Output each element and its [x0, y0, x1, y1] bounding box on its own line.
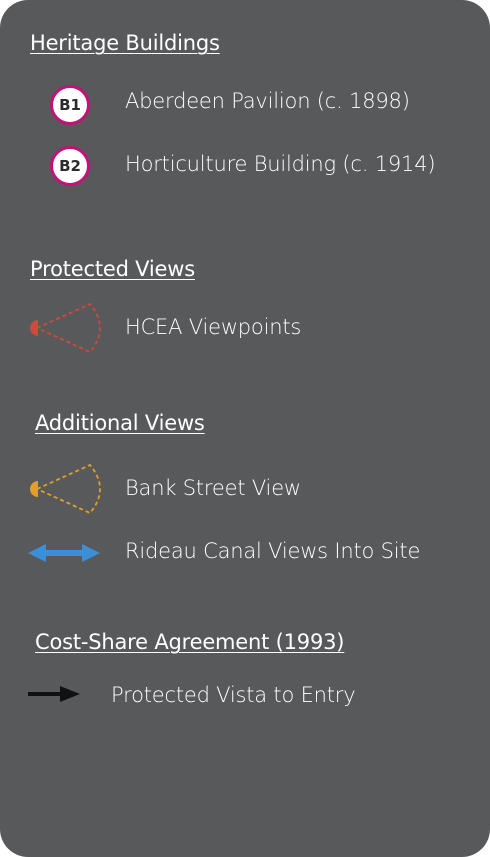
legend-label-bank-street-view: Bank Street View	[125, 476, 301, 500]
badge-b1: B1	[50, 85, 90, 125]
additional-views-heading: Additional Views	[35, 411, 205, 435]
blue-double-arrow-icon	[28, 544, 100, 562]
map-legend-panel: Heritage Buildings B1 Aberdeen Pavilion …	[0, 0, 490, 857]
legend-label-horticulture-building: Horticulture Building (c. 1914)	[125, 152, 436, 176]
black-arrow-icon	[28, 686, 80, 702]
heritage-buildings-heading: Heritage Buildings	[30, 31, 220, 55]
red-viewpoint-cone-icon	[30, 302, 101, 354]
legend-label-protected-vista: Protected Vista to Entry	[111, 683, 356, 707]
badge-b2: B2	[50, 146, 90, 186]
protected-views-heading: Protected Views	[30, 257, 195, 281]
legend-label-hcea-viewpoints: HCEA Viewpoints	[125, 315, 302, 339]
legend-label-rideau-canal-views: Rideau Canal Views Into Site	[125, 539, 421, 563]
orange-viewpoint-cone-icon	[30, 463, 101, 515]
cost-share-agreement-heading: Cost-Share Agreement (1993)	[35, 630, 345, 654]
legend-label-aberdeen-pavilion: Aberdeen Pavilion (c. 1898)	[125, 89, 410, 113]
